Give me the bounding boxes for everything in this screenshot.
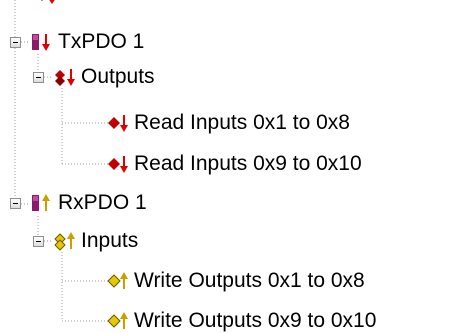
tree-node-label: Read Inputs 0x1 to 0x8 (134, 111, 350, 134)
tree-node-write-outputs-2[interactable]: Write Outputs 0x9 to 0x10 (106, 304, 376, 333)
tree-expander-rxpdo[interactable] (10, 198, 21, 209)
tree-node-label: Write Outputs 0x1 to 0x8 (134, 269, 365, 292)
variable-output-icon (106, 311, 128, 331)
tree-node-inputs[interactable]: Inputs (53, 224, 138, 258)
pdo-output-icon (30, 193, 52, 213)
variable-group-output-icon (53, 231, 75, 251)
tree-expander-inputs[interactable] (33, 236, 44, 247)
tree-node-label: Inputs (81, 229, 139, 252)
tree-expander-outputs[interactable] (33, 72, 44, 83)
variable-group-input-icon (53, 67, 75, 87)
tree-node-write-outputs-1[interactable]: Write Outputs 0x1 to 0x8 (106, 264, 365, 298)
variable-input-icon (106, 113, 128, 133)
tree-node-read-inputs-2[interactable]: Read Inputs 0x9 to 0x10 (106, 147, 362, 181)
variable-output-icon (106, 271, 128, 291)
tree-node-label: RxPDO 1 (58, 191, 147, 214)
variable-input-icon (106, 154, 128, 174)
tree-node-label: TxPDO 1 (58, 30, 145, 53)
tree-node-label: Write Outputs 0x9 to 0x10 (134, 309, 377, 332)
tree-node-read-inputs-1[interactable]: Read Inputs 0x1 to 0x8 (106, 106, 350, 140)
tree-node-outputs[interactable]: Outputs (53, 60, 155, 94)
variable-input-icon (34, 0, 56, 5)
tree-expander-txpdo[interactable] (10, 37, 21, 48)
tree-node-txpdo[interactable]: TxPDO 1 (30, 25, 144, 59)
pdo-input-icon (30, 32, 52, 52)
tree-node-rxpdo[interactable]: RxPDO 1 (30, 186, 147, 220)
tree-node-label: Outputs (81, 65, 155, 88)
tree-node-label: Read Inputs 0x9 to 0x10 (134, 152, 362, 175)
tree-node-cut-off (34, 0, 62, 12)
